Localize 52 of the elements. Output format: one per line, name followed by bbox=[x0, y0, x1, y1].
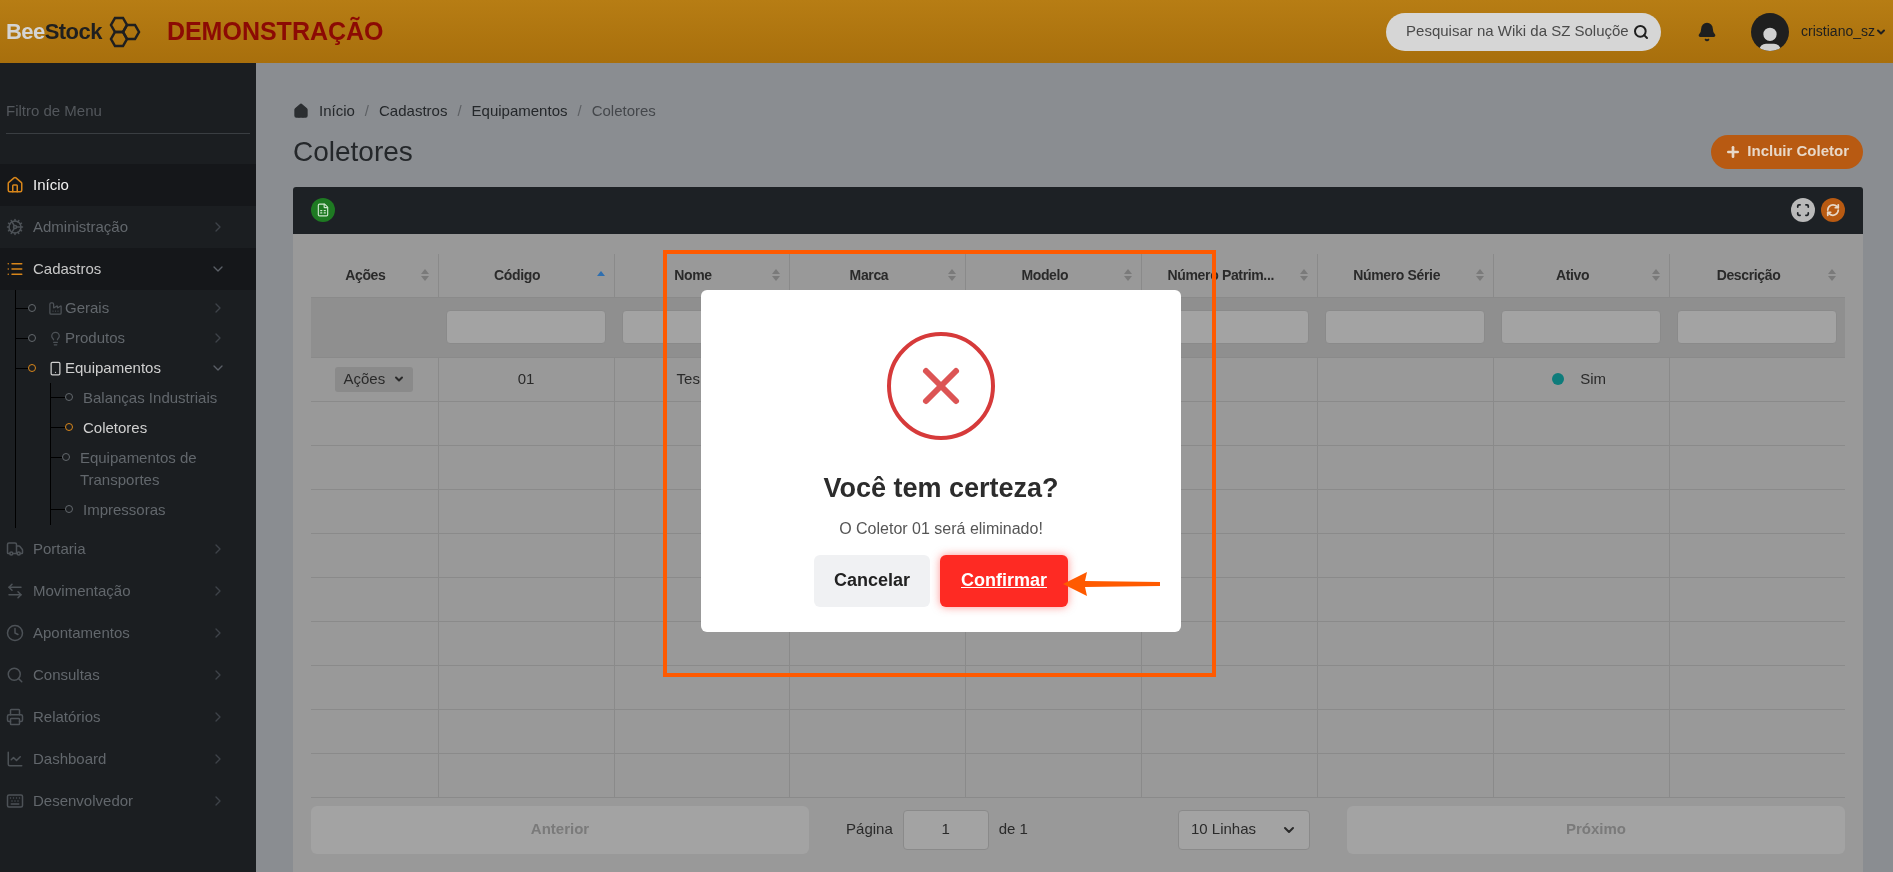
column-header[interactable]: Número Série bbox=[1320, 264, 1474, 286]
sidebar-item[interactable]: Apontamentos bbox=[0, 612, 256, 654]
table-cell-text: Tes bbox=[676, 368, 700, 389]
search-input[interactable]: Pesquisar na Wiki da SZ Soluçõe bbox=[1406, 20, 1634, 43]
dialog-message: O Coletor 01 será eliminado! bbox=[839, 518, 1043, 539]
environment-label: DEMONSTRAÇÃO bbox=[166, 15, 384, 47]
sidebar-item[interactable]: Movimentação bbox=[0, 570, 256, 612]
sidebar-subitem[interactable]: Produtos bbox=[16, 323, 256, 353]
sidebar-subitem[interactable]: Equipamentos bbox=[16, 353, 256, 383]
menu-filter-field[interactable]: Filtro de Menu bbox=[6, 100, 250, 123]
sidebar-item[interactable]: Início bbox=[0, 164, 256, 206]
breadcrumb-link[interactable]: Equipamentos bbox=[471, 100, 568, 123]
sidebar-item[interactable]: Relatórios bbox=[0, 696, 256, 738]
page-label: Página bbox=[846, 819, 893, 840]
cancel-button[interactable]: Cancelar bbox=[814, 554, 930, 607]
sidebar-subitem[interactable]: Impressoras bbox=[51, 495, 256, 525]
breadcrumb-link[interactable]: Cadastros bbox=[379, 100, 448, 123]
confirm-button[interactable]: Confirmar bbox=[940, 554, 1068, 607]
column-header[interactable]: Nome bbox=[616, 264, 770, 286]
column-header[interactable]: Modelo bbox=[968, 264, 1122, 286]
column-header[interactable]: Descrição bbox=[1672, 264, 1825, 286]
table-cell-text: Sim bbox=[1580, 368, 1606, 389]
sidebar-subitem[interactable]: Balanças Industriais bbox=[51, 383, 256, 413]
sidebar-item[interactable]: Desenvolvedor bbox=[0, 780, 256, 822]
page-number-field[interactable]: 1 bbox=[902, 809, 989, 850]
page-count: de 1 bbox=[998, 819, 1028, 840]
sidebar-subitem[interactable]: Coletores bbox=[51, 413, 256, 443]
dialog-title: Você tem certeza? bbox=[823, 472, 1059, 505]
sidebar-item[interactable]: Portaria bbox=[0, 528, 256, 570]
column-header[interactable]: Código bbox=[440, 264, 594, 286]
breadcrumb-separator: / bbox=[364, 101, 370, 121]
logo-text: BeeStock bbox=[6, 18, 102, 46]
user-menu[interactable]: cristiano_sz bbox=[1801, 21, 1887, 42]
actions-dropdown[interactable]: Ações bbox=[335, 366, 414, 392]
search-field[interactable]: Pesquisar na Wiki da SZ Soluçõe bbox=[1386, 12, 1662, 51]
sidebar-item[interactable]: Cadastros bbox=[0, 248, 256, 290]
sidebar-item[interactable]: Dashboard bbox=[0, 738, 256, 780]
breadcrumb-separator: / bbox=[457, 101, 462, 121]
rows-per-page-select[interactable]: 10 Linhas bbox=[1177, 809, 1310, 850]
sidebar-item[interactable]: Consultas bbox=[0, 654, 256, 696]
sidebar-subitem[interactable]: Gerais bbox=[16, 293, 256, 323]
column-header[interactable]: Marca bbox=[792, 264, 946, 286]
column-header[interactable]: Ações bbox=[313, 264, 418, 286]
breadcrumb-separator: / bbox=[577, 101, 582, 121]
table-cell-text: 01 bbox=[517, 368, 535, 389]
add-collector-button[interactable]: Incluir Coletor bbox=[1711, 134, 1863, 169]
sidebar-subitem[interactable]: Equipamentos de Transportes bbox=[51, 443, 256, 495]
breadcrumb-link[interactable]: Início bbox=[319, 100, 355, 123]
page-title: Coletores bbox=[293, 134, 413, 169]
breadcrumb-link[interactable]: Coletores bbox=[591, 100, 656, 123]
sidebar-item[interactable]: Administração bbox=[0, 206, 256, 248]
column-header[interactable]: Ativo bbox=[1496, 264, 1650, 286]
